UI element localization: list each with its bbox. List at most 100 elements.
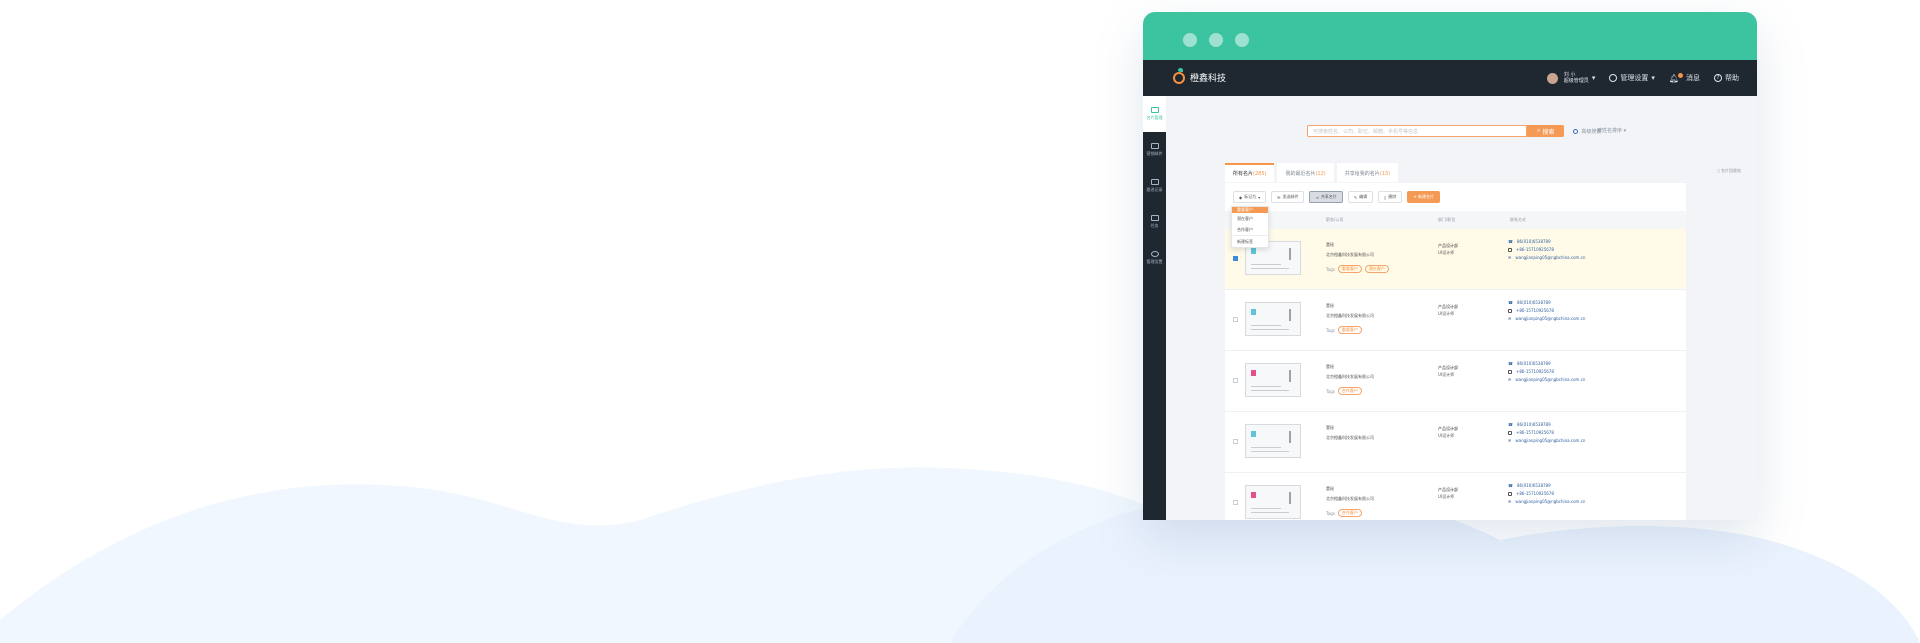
tab-shared-cards[interactable]: 共享给我的名片 (13): [1336, 163, 1399, 182]
column-header: 职务/公司: [1326, 217, 1344, 222]
mobile-value[interactable]: +86-15710925678: [1516, 491, 1554, 496]
tags-label: Tags: [1326, 266, 1335, 272]
tags-group: Tags 合作客户: [1326, 509, 1362, 517]
tab-recent-cards[interactable]: 我的最近名片 (12): [1277, 163, 1334, 182]
card-dept: 产品设计部: [1438, 365, 1458, 370]
user-menu[interactable]: 刘 小 超级管理员 ▾: [1546, 72, 1595, 84]
share-icon: ⋖: [1315, 194, 1319, 200]
notification-badge: [1678, 72, 1683, 78]
sort-select[interactable]: 按姓名排序 ▾: [1597, 127, 1626, 134]
card-text-line: [1251, 447, 1281, 448]
card-thumbnail[interactable]: [1245, 363, 1301, 397]
phone-value[interactable]: 86(010)6538789: [1517, 300, 1551, 305]
card-name-block: [1289, 431, 1291, 443]
table-row[interactable]: 董秘 北京橙鑫科技发展有限公司 Tags 合作客户 产品设计部 UI设计师 ☎ 86(010)…: [1225, 351, 1686, 412]
share-button[interactable]: ⋖ 共享名片: [1309, 191, 1343, 203]
search-button[interactable]: ⌕ 搜索: [1527, 125, 1565, 137]
card-text-line: [1251, 512, 1289, 513]
row-checkbox[interactable]: [1233, 317, 1238, 322]
send-mail-button[interactable]: ✉ 发送邮件: [1271, 191, 1305, 203]
mail-icon: ✉: [1277, 194, 1281, 200]
row-checkbox[interactable]: [1233, 500, 1238, 505]
mobile-icon: [1508, 430, 1512, 435]
phone-icon: ☎: [1508, 422, 1513, 427]
edit-button[interactable]: ✎ 编辑: [1347, 191, 1374, 203]
card-title: 董秘: [1326, 242, 1334, 247]
mobile-value[interactable]: +86-15710925678: [1516, 430, 1554, 435]
phone-value[interactable]: 86(010)6538789: [1517, 239, 1551, 244]
sidebar-item-cards[interactable]: 名片管理: [1143, 96, 1166, 132]
row-checkbox[interactable]: [1233, 439, 1238, 444]
table-row[interactable]: 董秘 北京橙鑫科技发展有限公司 Tags 重要客户 潜在客户 产品设计部 UI设计师 ☎ 86(…: [1225, 229, 1686, 290]
browser-window: 橙鑫科技 刘 小 超级管理员 ▾ 管理设置 ▾ 🔔︎ 消息 ? 帮助 名片管理 …: [1143, 12, 1757, 520]
recycle-bin-link[interactable]: ▯ 名片回收站: [1718, 168, 1741, 174]
tag-badge[interactable]: 重要客户: [1337, 265, 1362, 273]
window-dot-maximize[interactable]: [1235, 33, 1249, 47]
sidebar-item-followup[interactable]: 跟进记录: [1143, 168, 1166, 204]
tag-badge[interactable]: 合作客户: [1337, 509, 1362, 517]
email-value[interactable]: wangjianping05@ngbchina.com.cn: [1515, 255, 1585, 260]
help-button[interactable]: ? 帮助: [1714, 73, 1739, 83]
sidebar-item-mail[interactable]: 营销邮件: [1143, 132, 1166, 168]
card-text-line: [1251, 268, 1289, 269]
mobile-value[interactable]: +86-15710925678: [1516, 369, 1554, 374]
sidebar-item-settings[interactable]: 管理设置: [1143, 240, 1166, 276]
window-dot-minimize[interactable]: [1209, 33, 1223, 47]
email-value[interactable]: wangjianping05@ngbchina.com.cn: [1515, 377, 1585, 382]
window-dot-close[interactable]: [1183, 33, 1197, 47]
orange-logo-icon: [1173, 67, 1185, 84]
search-input[interactable]: 可搜索姓名、公司、职位、邮箱、手机号等信息: [1307, 125, 1527, 137]
email-value[interactable]: wangjianping05@ngbchina.com.cn: [1515, 499, 1585, 504]
trash-icon: ▯: [1384, 194, 1387, 200]
logo-text: 橙鑫科技: [1190, 74, 1227, 84]
phone-value[interactable]: 86(010)6538789: [1517, 361, 1551, 366]
table-row[interactable]: 董秘 北京橙鑫科技发展有限公司 Tags 合作客户 产品设计部 UI设计师 ☎ 86(010)…: [1225, 473, 1686, 520]
messages-label: 消息: [1686, 74, 1700, 82]
dropdown-item[interactable]: 合作客户: [1232, 224, 1268, 235]
phone-value[interactable]: 86(010)6538789: [1517, 422, 1551, 427]
tab-all-cards[interactable]: 所有名片 (285): [1225, 163, 1275, 182]
manage-settings-menu[interactable]: 管理设置 ▾: [1609, 73, 1655, 83]
mobile-icon: [1508, 308, 1512, 313]
table-row[interactable]: 董秘 北京橙鑫科技发展有限公司 Tags 重要客户 产品设计部 UI设计师 ☎ 86(010)…: [1225, 290, 1686, 351]
app-logo[interactable]: 橙鑫科技: [1173, 67, 1227, 84]
card-position: UI设计师: [1438, 372, 1455, 377]
card-logo-icon: [1251, 492, 1256, 498]
card-position: UI设计师: [1438, 311, 1455, 316]
tag-badge[interactable]: 潜在客户: [1364, 265, 1389, 273]
contact-info: ☎ 86(010)6538789 +86-15710925678 ✉ wangjianp…: [1508, 361, 1585, 382]
messages-button[interactable]: 🔔︎ 消息: [1669, 72, 1700, 83]
tag-badge[interactable]: 重要客户: [1337, 326, 1362, 334]
toolbar: ◆ 标记为 ▾ ✉ 发送邮件 ⋖ 共享名片 ✎ 编辑 ▯ 删除 + 新建名片: [1225, 183, 1686, 211]
sort-label: 按姓名排序: [1597, 128, 1623, 134]
card-thumbnail[interactable]: [1245, 302, 1301, 336]
row-checkbox[interactable]: [1233, 378, 1238, 383]
radio-icon: [1573, 128, 1579, 134]
new-card-button[interactable]: + 新建名片: [1407, 191, 1440, 203]
tag-as-button[interactable]: ◆ 标记为 ▾: [1233, 191, 1267, 203]
card-text-line: [1251, 325, 1281, 326]
delete-button[interactable]: ▯ 删除: [1378, 191, 1403, 203]
phone-icon: ☎: [1508, 361, 1513, 366]
email-value[interactable]: wangjianping05@ngbchina.com.cn: [1515, 316, 1585, 321]
card-list: 董秘 北京橙鑫科技发展有限公司 Tags 重要客户 潜在客户 产品设计部 UI设计师 ☎ 86(…: [1225, 229, 1686, 520]
card-thumbnail[interactable]: [1245, 485, 1301, 519]
dropdown-item[interactable]: 潜在客户: [1232, 213, 1268, 224]
column-header: 部门/职位: [1438, 217, 1456, 222]
sidebar-item-tasks[interactable]: 任务: [1143, 204, 1166, 240]
row-checkbox[interactable]: [1233, 256, 1238, 261]
tags-group: Tags 重要客户 潜在客户: [1326, 265, 1389, 273]
card-company: 北京橙鑫科技发展有限公司: [1326, 496, 1374, 501]
email-value[interactable]: wangjianping05@ngbchina.com.cn: [1515, 438, 1585, 443]
phone-value[interactable]: 86(010)6538789: [1517, 483, 1551, 488]
card-thumbnail[interactable]: [1245, 424, 1301, 458]
mobile-value[interactable]: +86-15710925678: [1516, 247, 1554, 252]
calendar-icon: [1150, 215, 1159, 221]
mobile-value[interactable]: +86-15710925678: [1516, 308, 1554, 313]
table-row[interactable]: 董秘 北京橙鑫科技发展有限公司 产品设计部 UI设计师 ☎ 86(010)6538789 +…: [1225, 412, 1686, 473]
dropdown-item[interactable]: 新建标签: [1232, 235, 1268, 247]
browser-titlebar: [1143, 12, 1757, 60]
tag-badge[interactable]: 合作客户: [1337, 387, 1362, 395]
delete-label: 删除: [1388, 194, 1397, 199]
card-name-block: [1289, 248, 1291, 260]
